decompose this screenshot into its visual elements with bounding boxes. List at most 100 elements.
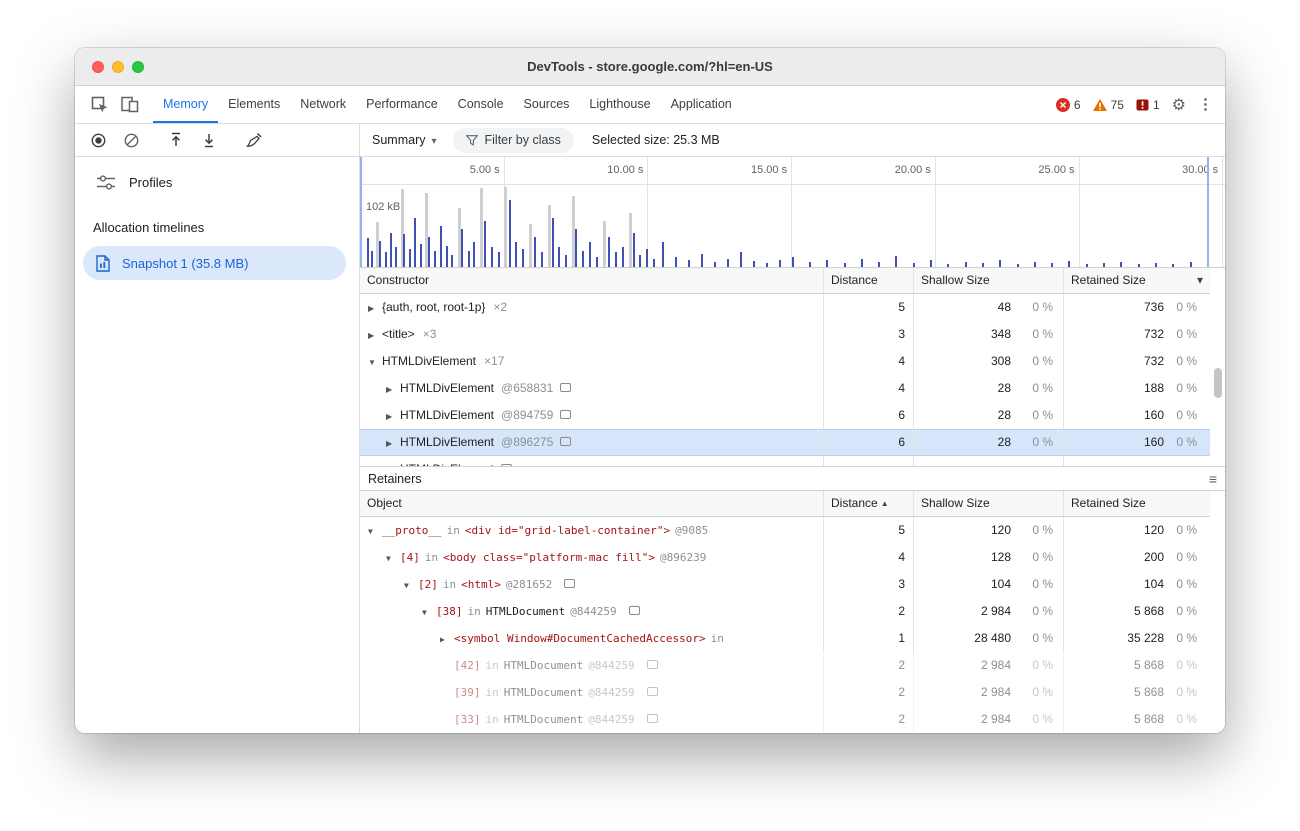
tab-application[interactable]: Application: [661, 86, 742, 123]
more-options-icon[interactable]: [1198, 95, 1213, 114]
expand-arrow-icon[interactable]: [386, 456, 400, 466]
col-constructor[interactable]: Constructor: [360, 268, 823, 293]
tab-performance[interactable]: Performance: [356, 86, 448, 123]
collapse-arrow-icon[interactable]: [386, 544, 400, 571]
col-shallow-size[interactable]: Shallow Size: [913, 491, 1063, 516]
size-value: 28: [914, 402, 1011, 429]
menu-icon[interactable]: [1209, 471, 1217, 487]
filter-by-class-input[interactable]: Filter by class: [453, 128, 574, 153]
range-handle-right[interactable]: [1207, 157, 1209, 267]
table-row[interactable]: [39]inHTMLDocument@84425922 9840 %5 8680…: [360, 679, 1210, 706]
table-row[interactable]: HTMLDivElement×1743080 %7320 %: [360, 348, 1210, 375]
tab-console[interactable]: Console: [448, 86, 514, 123]
expand-arrow-icon[interactable]: [386, 375, 400, 402]
allocation-bar: [608, 237, 610, 267]
minimize-button[interactable]: [112, 61, 124, 73]
expand-arrow-icon[interactable]: [386, 429, 400, 456]
allocation-timeline-overview[interactable]: 5.00 s10.00 s15.00 s20.00 s25.00 s30.00 …: [360, 157, 1225, 268]
retainer-property: [38]: [436, 605, 463, 618]
allocation-bar: [428, 237, 430, 267]
table-row[interactable]: [2]in<html>@28165231040 %1040 %: [360, 571, 1210, 598]
size-percent: 0 %: [1164, 321, 1210, 348]
col-distance[interactable]: Distance: [823, 268, 913, 293]
shallow-size-cell: 480 %: [913, 294, 1063, 321]
timeline-chart[interactable]: 102 kB: [360, 185, 1225, 267]
col-object[interactable]: Object: [360, 491, 823, 516]
window-titlebar[interactable]: DevTools - store.google.com/?hl=en-US: [75, 48, 1225, 86]
table-row[interactable]: HTMLDivElement@6588314280 %1880 %: [360, 375, 1210, 402]
tab-elements[interactable]: Elements: [218, 86, 290, 123]
allocation-bar: [779, 260, 781, 267]
panel-tabs: MemoryElementsNetworkPerformanceConsoleS…: [153, 86, 742, 123]
size-value: 28 480: [914, 625, 1011, 652]
table-row[interactable]: HTMLDivElement: [360, 456, 1210, 466]
collapse-arrow-icon[interactable]: [422, 598, 436, 625]
save-profile-icon[interactable]: [200, 131, 218, 149]
table-row[interactable]: HTMLDivElement@8962756280 %1600 %: [360, 429, 1210, 456]
col-distance[interactable]: Distance: [823, 491, 913, 516]
gridline: [1222, 157, 1223, 184]
shallow-size-cell: 1040 %: [913, 571, 1063, 598]
retainers-section-header: Retainers: [360, 466, 1225, 491]
clear-all-broom-icon[interactable]: [245, 131, 263, 149]
collapse-arrow-icon[interactable]: [404, 571, 418, 598]
retainers-rows: __proto__in<div id="grid-label-container…: [360, 517, 1210, 733]
retainers-grid: Object Distance Shallow Size Retained Si…: [360, 491, 1225, 733]
size-value: 736: [1064, 294, 1164, 321]
clear-profiles-icon[interactable]: [122, 131, 140, 149]
table-row[interactable]: HTMLDivElement@8947596280 %1600 %: [360, 402, 1210, 429]
size-value: 28: [914, 429, 1011, 456]
col-shallow-size[interactable]: Shallow Size: [913, 268, 1063, 293]
table-row[interactable]: <symbol Window#DocumentCachedAccessor>in…: [360, 625, 1210, 652]
table-row[interactable]: <title>×333480 %7320 %: [360, 321, 1210, 348]
gridline: [791, 185, 792, 267]
tune-icon: [97, 175, 115, 190]
heap-snapshot-icon: [96, 255, 110, 272]
settings-gear-icon[interactable]: [1172, 95, 1186, 115]
retainers-title: Retainers: [368, 472, 422, 486]
table-row[interactable]: [42]inHTMLDocument@84425922 9840 %5 8680…: [360, 652, 1210, 679]
zoom-button[interactable]: [132, 61, 144, 73]
shallow-size-cell: 1200 %: [913, 517, 1063, 544]
inspect-element-icon[interactable]: [85, 92, 115, 118]
size-percent: 0 %: [1164, 544, 1210, 571]
collapse-arrow-icon[interactable]: [368, 348, 382, 375]
scrollbar-thumb[interactable]: [1214, 368, 1222, 398]
retainer-object: HTMLDocument: [486, 605, 565, 618]
range-handle-left[interactable]: [360, 157, 362, 267]
expand-arrow-icon[interactable]: [368, 321, 382, 348]
close-button[interactable]: [92, 61, 104, 73]
table-row[interactable]: [4]in<body class="platform-mac fill">@89…: [360, 544, 1210, 571]
retained-size-cell: 2000 %: [1063, 544, 1210, 571]
expand-arrow-icon[interactable]: [386, 402, 400, 429]
table-row[interactable]: __proto__in<div id="grid-label-container…: [360, 517, 1210, 544]
in-keyword: in: [486, 686, 499, 699]
expand-arrow-icon[interactable]: [440, 625, 454, 652]
table-row[interactable]: [38]inHTMLDocument@84425922 9840 %5 8680…: [360, 598, 1210, 625]
timeline-ruler[interactable]: 5.00 s10.00 s15.00 s20.00 s25.00 s30.00 …: [360, 157, 1225, 185]
size-percent: 0 %: [1164, 348, 1210, 375]
distance-cell: 5: [823, 294, 913, 321]
collapse-arrow-icon[interactable]: [368, 517, 382, 544]
tab-lighthouse[interactable]: Lighthouse: [579, 86, 660, 123]
tab-network[interactable]: Network: [290, 86, 356, 123]
error-badge[interactable]: 6: [1056, 98, 1081, 112]
device-toolbar-icon[interactable]: [115, 92, 145, 118]
object-id: @896275: [501, 435, 553, 449]
expand-arrow-icon[interactable]: [368, 294, 382, 321]
load-profile-icon[interactable]: [167, 131, 185, 149]
tab-memory[interactable]: Memory: [153, 86, 218, 123]
col-retained-size[interactable]: Retained Size: [1063, 268, 1210, 293]
profile-view-select[interactable]: Summary: [372, 133, 437, 147]
warning-badge[interactable]: 75: [1093, 98, 1124, 112]
col-retained-size[interactable]: Retained Size: [1063, 491, 1210, 516]
distance-cell: 4: [823, 544, 913, 571]
issues-badge[interactable]: 1: [1136, 98, 1160, 112]
table-row[interactable]: {auth, root, root-1p}×25480 %7360 %: [360, 294, 1210, 321]
table-row[interactable]: [33]inHTMLDocument@84425922 9840 %5 8680…: [360, 706, 1210, 733]
record-heap-icon[interactable]: [89, 131, 107, 149]
sidebar-item-snapshot-1[interactable]: Snapshot 1 (35.8 MB): [83, 246, 346, 280]
gridline: [791, 157, 792, 184]
tab-sources[interactable]: Sources: [514, 86, 580, 123]
distance-cell: 2: [823, 652, 913, 679]
